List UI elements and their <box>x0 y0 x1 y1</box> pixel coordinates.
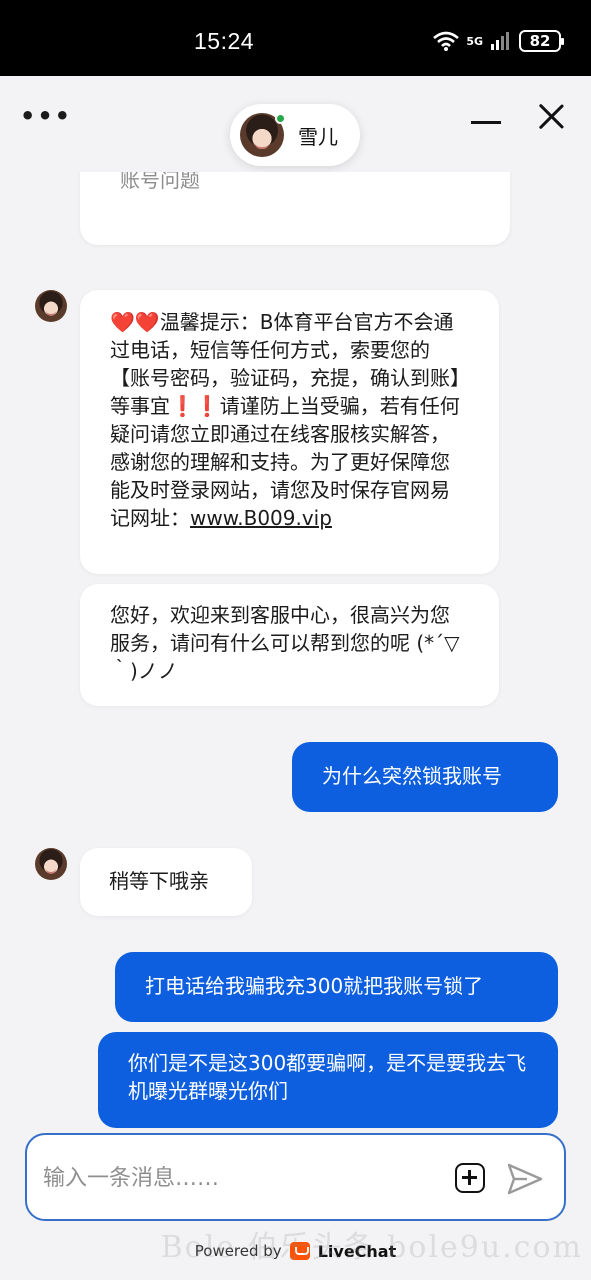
online-status-dot <box>275 113 286 124</box>
wifi-icon <box>433 31 460 51</box>
network-type: 5G <box>466 34 483 48</box>
chat-transcript[interactable]: 账号问题 ❤️❤️温馨提示：B体育平台官方不会通过电话，短信等任何方式，索要您的… <box>0 172 591 1130</box>
user-message: 你们是不是这300都要骗啊，是不是要我去飞机曝光群曝光你们 <box>98 1032 558 1128</box>
agent-message: 您好，欢迎来到客服中心，很高兴为您服务，请问有什么可以帮到您的呢 (*´▽｀)ノ… <box>80 584 499 706</box>
minimize-icon[interactable] <box>471 121 501 124</box>
message-input[interactable] <box>43 1159 433 1197</box>
previous-card-text: 账号问题 <box>120 172 200 192</box>
user-message: 打电话给我骗我充300就把我账号锁了 <box>115 952 558 1022</box>
more-horizontal-icon[interactable]: ••• <box>20 102 72 130</box>
status-bar: 15:24 5G 82 <box>0 0 591 76</box>
close-icon[interactable] <box>536 102 566 132</box>
heart-emoji: ❤️❤️ <box>110 310 160 334</box>
message-composer <box>25 1133 566 1221</box>
agent-info[interactable]: 雪儿 <box>230 104 360 166</box>
agent-message: 稍等下哦亲 <box>80 848 252 916</box>
status-icons: 5G 82 <box>433 30 564 52</box>
send-icon[interactable] <box>505 1161 545 1197</box>
avatar <box>35 290 67 322</box>
agent-message: ❤️❤️温馨提示：B体育平台官方不会通过电话，短信等任何方式，索要您的【账号密码… <box>80 290 499 574</box>
signal-icon <box>491 32 509 50</box>
user-message: 为什么突然锁我账号 <box>292 742 558 812</box>
chat-header: ••• 雪儿 <box>0 76 591 172</box>
status-time: 15:24 <box>194 28 255 54</box>
battery-icon: 82 <box>519 30 564 52</box>
previous-message-card: 账号问题 <box>80 172 510 245</box>
message-text: 温馨提示：B体育平台官方不会通过电话，短信等任何方式，索要您的【账号密码，验证码… <box>110 310 460 530</box>
battery-level: 82 <box>529 32 551 50</box>
agent-name: 雪儿 <box>298 124 338 149</box>
watermark: Bole 伯乐头条 bole9u.com <box>160 1230 583 1265</box>
agent-avatar-wrapper <box>240 113 286 157</box>
plus-square-icon[interactable] <box>455 1163 485 1193</box>
website-link[interactable]: www.B009.vip <box>190 506 332 530</box>
avatar <box>35 848 67 880</box>
